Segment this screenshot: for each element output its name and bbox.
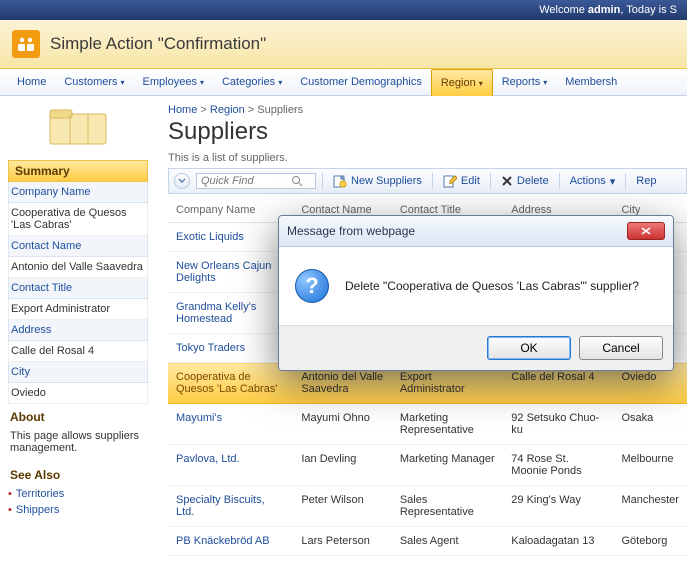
breadcrumb-home[interactable]: Home — [168, 104, 197, 116]
chevron-down-icon: ▾ — [121, 78, 125, 87]
summary-label[interactable]: Company Name — [8, 182, 148, 203]
app-icon — [12, 30, 40, 58]
data-cell: 92 Setsuko Chuo-ku — [503, 404, 613, 445]
summary-label[interactable]: City — [8, 362, 148, 383]
report-button[interactable]: Rep — [632, 173, 660, 189]
company-cell[interactable]: Exotic Liquids — [168, 223, 293, 252]
nav-item-home[interactable]: Home — [8, 69, 55, 95]
confirm-dialog: Message from webpage ? Delete "Cooperati… — [278, 215, 674, 371]
actions-button[interactable]: Actions ▾ — [566, 173, 620, 190]
company-cell[interactable]: Tokyo Traders — [168, 334, 293, 363]
summary-heading: Summary — [8, 160, 148, 182]
search-box[interactable] — [196, 173, 316, 189]
nav-item-customers[interactable]: Customers▾ — [55, 69, 133, 95]
data-cell: Marketing Representative — [392, 404, 503, 445]
search-input[interactable] — [201, 175, 291, 187]
table-row[interactable]: Specialty Biscuits, Ltd.Peter WilsonSale… — [168, 486, 687, 527]
data-cell: Sales Representative — [392, 486, 503, 527]
nav-item-reports[interactable]: Reports▾ — [493, 69, 557, 95]
data-cell: Melbourne — [613, 445, 687, 486]
dialog-title-text: Message from webpage — [287, 224, 415, 238]
data-cell: Kaloadagatan 13 — [503, 527, 613, 556]
chevron-down-icon: ▾ — [479, 79, 483, 88]
data-cell: Marketing Manager — [392, 445, 503, 486]
nav-item-employees[interactable]: Employees▾ — [134, 69, 213, 95]
close-button[interactable] — [627, 222, 665, 240]
chevron-down-icon: ▾ — [610, 175, 616, 188]
nav-item-region[interactable]: Region▾ — [431, 69, 493, 96]
summary-value: Cooperativa de Quesos 'Las Cabras' — [8, 203, 148, 236]
breadcrumb-current: Suppliers — [257, 104, 303, 116]
nav-item-membersh[interactable]: Membersh — [556, 69, 626, 95]
close-icon — [641, 227, 651, 235]
toolbar: New Suppliers Edit Delete Actions ▾ Rep — [168, 168, 687, 194]
main-nav: HomeCustomers▾Employees▾Categories▾Custo… — [0, 69, 687, 96]
chevron-down-icon: ▾ — [278, 78, 282, 87]
data-cell: 74 Rose St. Moonie Ponds — [503, 445, 613, 486]
data-cell: Ian Devling — [293, 445, 392, 486]
table-row[interactable]: Mayumi'sMayumi OhnoMarketing Representat… — [168, 404, 687, 445]
chevron-down-icon: ▾ — [543, 78, 547, 87]
summary-value: Calle del Rosal 4 — [8, 341, 148, 362]
data-cell: Mayumi Ohno — [293, 404, 392, 445]
nav-item-customer-demographics[interactable]: Customer Demographics — [291, 69, 431, 95]
company-cell[interactable]: New Orleans Cajun Delights — [168, 252, 293, 293]
edit-button[interactable]: Edit — [439, 172, 484, 190]
seealso-heading: See Also — [8, 462, 148, 484]
company-cell[interactable]: Pavlova, Ltd. — [168, 445, 293, 486]
breadcrumb-region[interactable]: Region — [210, 104, 245, 116]
company-cell[interactable]: Grandma Kelly's Homestead — [168, 293, 293, 334]
sidebar: Summary Company NameCooperativa de Queso… — [0, 96, 156, 556]
table-row[interactable]: PB Knäckebröd ABLars PetersonSales Agent… — [168, 527, 687, 556]
top-bar: Welcome admin, Today is S — [0, 0, 687, 20]
seealso-link[interactable]: ▪Shippers — [8, 502, 148, 518]
summary-label[interactable]: Contact Title — [8, 278, 148, 299]
column-header[interactable]: Company Name — [168, 198, 293, 223]
summary-value: Antonio del Valle Saavedra — [8, 257, 148, 278]
app-header: Simple Action "Confirmation" — [0, 20, 687, 69]
summary-value: Export Administrator — [8, 299, 148, 320]
new-button[interactable]: New Suppliers — [329, 172, 426, 190]
about-heading: About — [8, 404, 148, 426]
chevron-down-icon: ▾ — [200, 78, 204, 87]
company-cell[interactable]: PB Knäckebröd AB — [168, 527, 293, 556]
data-cell: Peter Wilson — [293, 486, 392, 527]
edit-icon — [443, 174, 457, 188]
delete-icon — [501, 175, 513, 187]
app-title: Simple Action "Confirmation" — [50, 34, 266, 54]
company-cell[interactable]: Cooperativa de Quesos 'Las Cabras' — [168, 363, 293, 404]
company-cell[interactable]: Specialty Biscuits, Ltd. — [168, 486, 293, 527]
seealso-link[interactable]: ▪Territories — [8, 486, 148, 502]
table-row[interactable]: Pavlova, Ltd.Ian DevlingMarketing Manage… — [168, 445, 687, 486]
summary-label[interactable]: Address — [8, 320, 148, 341]
summary-label[interactable]: Contact Name — [8, 236, 148, 257]
data-cell: Sales Agent — [392, 527, 503, 556]
chevron-down-icon — [178, 177, 186, 185]
delete-button[interactable]: Delete — [497, 173, 553, 189]
dialog-titlebar: Message from webpage — [279, 216, 673, 247]
nav-item-categories[interactable]: Categories▾ — [213, 69, 291, 95]
cancel-button[interactable]: Cancel — [579, 336, 663, 360]
data-cell: 29 King's Way — [503, 486, 613, 527]
folder-icon — [46, 106, 110, 150]
data-cell: Göteborg — [613, 527, 687, 556]
dialog-message: Delete "Cooperativa de Quesos 'Las Cabra… — [345, 279, 639, 293]
search-icon — [291, 175, 303, 187]
data-cell: Manchester — [613, 486, 687, 527]
company-cell[interactable]: Mayumi's — [168, 404, 293, 445]
data-cell: Lars Peterson — [293, 527, 392, 556]
summary-value: Oviedo — [8, 383, 148, 404]
new-icon — [333, 174, 347, 188]
refresh-button[interactable] — [174, 173, 190, 189]
question-icon: ? — [295, 269, 329, 303]
ok-button[interactable]: OK — [487, 336, 571, 360]
page-title: Suppliers — [168, 118, 687, 146]
page-subtitle: This is a list of suppliers. — [168, 152, 687, 164]
about-text: This page allows suppliers management. — [8, 426, 148, 462]
breadcrumb: Home > Region > Suppliers — [168, 104, 687, 116]
data-cell: Osaka — [613, 404, 687, 445]
